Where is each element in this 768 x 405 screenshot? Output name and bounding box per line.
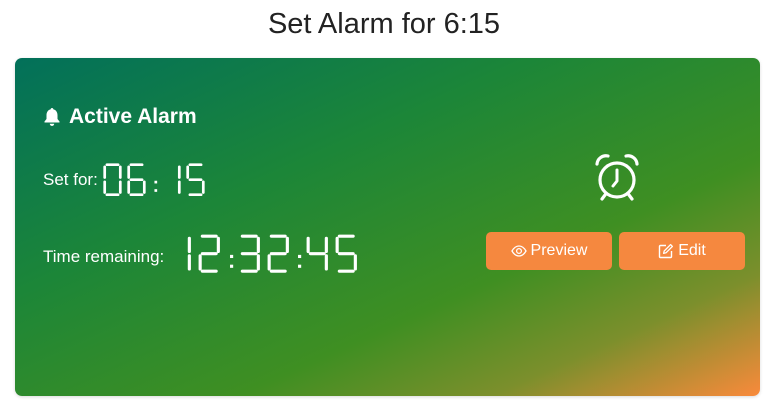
edit-button[interactable]: Edit — [619, 232, 745, 270]
time-remaining-value — [168, 233, 363, 274]
digit-glyph — [188, 236, 192, 271]
digit-glyph — [335, 234, 357, 273]
colon-glyph — [154, 180, 158, 192]
card-heading: Active Alarm — [43, 103, 197, 131]
digit-glyph — [267, 234, 289, 273]
set-for-label: Set for: — [43, 170, 98, 190]
digit-glyph — [127, 163, 147, 197]
card-heading-text: Active Alarm — [69, 105, 197, 128]
digit-glyph — [177, 165, 181, 194]
digit-glyph — [198, 234, 220, 273]
digit-glyph — [186, 163, 205, 197]
page: Set Alarm for 6:15 Active Alarm Set for: — [0, 0, 768, 405]
digit-glyph — [103, 163, 122, 197]
set-for-row: Set for: — [43, 162, 210, 197]
edit-icon — [659, 243, 674, 259]
preview-button-label: Preview — [530, 242, 588, 259]
preview-button[interactable]: Preview — [486, 232, 612, 270]
bell-icon — [44, 108, 60, 126]
alarm-clock-icon — [595, 154, 639, 201]
edit-button-label: Edit — [678, 242, 706, 259]
colon-glyph — [229, 254, 233, 268]
time-remaining-row: Time remaining: — [43, 233, 363, 274]
set-for-time — [102, 162, 210, 197]
digit-glyph — [240, 234, 260, 273]
digit-glyph — [306, 236, 329, 271]
page-title: Set Alarm for 6:15 — [267, 8, 501, 40]
colon-glyph — [298, 254, 302, 268]
eye-icon — [510, 245, 527, 257]
time-remaining-label: Time remaining: — [43, 247, 165, 267]
